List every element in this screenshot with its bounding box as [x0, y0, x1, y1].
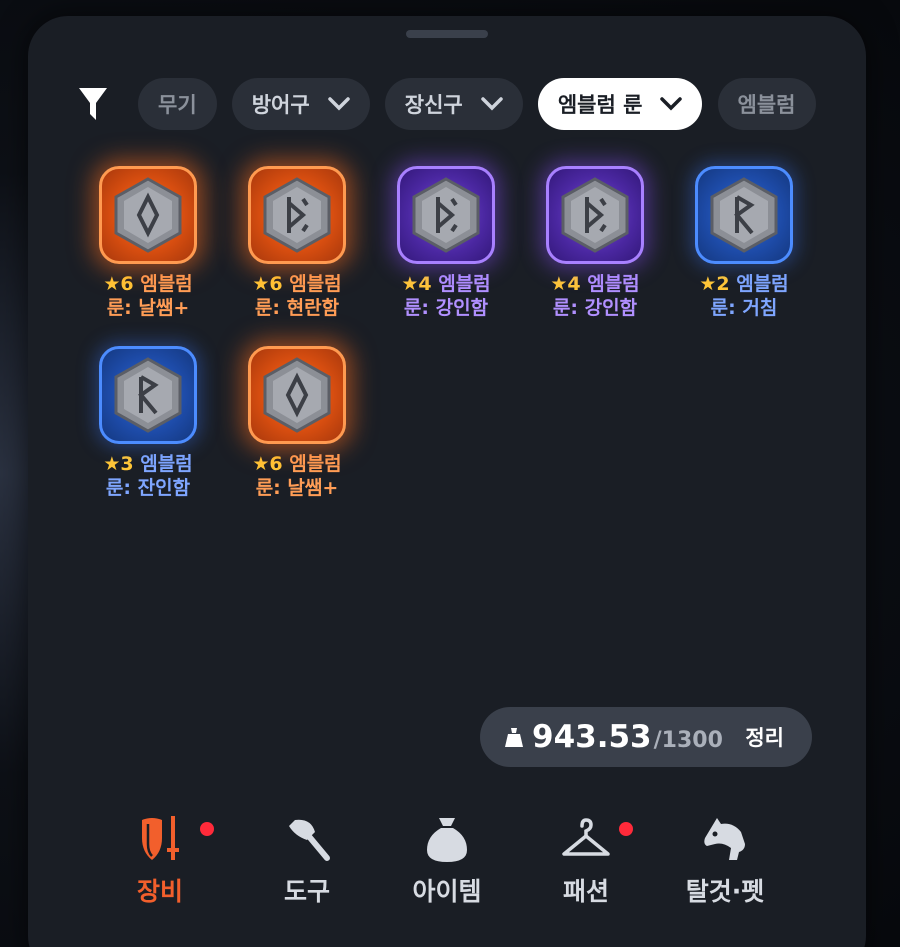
item-tile [99, 166, 197, 264]
rune-bracket-icon [561, 177, 629, 253]
item-tile [248, 166, 346, 264]
weight-current: 943.53 [532, 719, 652, 755]
item-label: ★3 엠블럼 룬: 잔인함 [78, 452, 218, 500]
item-stars: ★4 [550, 273, 581, 295]
item-name: 엠블럼 [289, 273, 342, 295]
list-item[interactable]: ★3 엠블럼 룬: 잔인함 [78, 346, 218, 500]
weight-max: /1300 [653, 727, 723, 753]
hanger-icon [562, 818, 610, 856]
list-item[interactable]: ★2 엠블럼 룬: 거침 [674, 166, 814, 320]
axe-icon [289, 819, 330, 861]
chip-armor[interactable]: 방어구 [231, 78, 370, 130]
chip-label: 엠블럼 [737, 93, 796, 117]
item-tile [248, 346, 346, 444]
list-item[interactable]: ★6 엠블럼 룬: 날쌤+ [227, 346, 367, 500]
tab-label: 패션 [562, 877, 609, 906]
item-label: ★6 엠블럼 룬: 현란함 [227, 272, 367, 320]
chevron-down-icon [660, 97, 683, 111]
tab-label: 도구 [283, 877, 330, 906]
shield-sword-icon [142, 816, 179, 860]
chevron-down-icon [481, 97, 503, 111]
tab-label: 탈것·펫 [685, 877, 765, 906]
chip-emblem[interactable]: 엠블럼 [717, 78, 816, 130]
item-name: 엠블럼 [140, 273, 193, 295]
list-item[interactable]: ★4 엠블럼 룬: 강인함 [376, 166, 516, 320]
item-stars: ★6 [252, 273, 283, 295]
item-name: 엠블럼 [140, 453, 193, 475]
funnel-icon[interactable] [78, 86, 108, 122]
filter-bar: 무기 방어구 장신구 엠블럼 룬 엠블럼 [28, 76, 866, 132]
item-label: ★6 엠블럼 룬: 날쌤+ [78, 272, 218, 320]
inventory-panel: 무기 방어구 장신구 엠블럼 룬 엠블럼 ★6 엠블럼 룬: 날쌤+ ★6 엠블… [28, 16, 866, 947]
item-stars: ★6 [252, 453, 283, 475]
tab-mount-pet[interactable]: 탈것·펫 [665, 814, 785, 908]
item-stars: ★2 [699, 273, 730, 295]
tab-label: 장비 [136, 877, 183, 906]
item-name: 엠블럼 [438, 273, 491, 295]
item-rune: 룬: 현란함 [254, 297, 340, 319]
chip-label: 장신구 [404, 93, 463, 117]
list-item[interactable]: ★6 엠블럼 룬: 날쌤+ [78, 166, 218, 320]
rune-bracket-icon [263, 177, 331, 253]
item-tile [99, 346, 197, 444]
tab-tools[interactable]: 도구 [247, 814, 367, 908]
horse-icon [704, 818, 745, 860]
item-rune: 룬: 잔인함 [105, 477, 191, 499]
item-tile [397, 166, 495, 264]
chevron-down-icon [327, 97, 350, 111]
item-tile [695, 166, 793, 264]
chip-label: 무기 [158, 93, 197, 117]
rune-diamond-icon [263, 357, 331, 433]
category-chips: 무기 방어구 장신구 엠블럼 룬 엠블럼 [138, 78, 826, 130]
item-rune: 룬: 강인함 [552, 297, 638, 319]
item-stars: ★6 [103, 273, 134, 295]
tab-items[interactable]: 아이템 [387, 814, 507, 908]
rune-bracket-icon [412, 177, 480, 253]
inventory-weight: 943.53 /1300 정리 [480, 707, 812, 767]
item-name: 엠블럼 [736, 273, 789, 295]
chip-label: 엠블럼 룬 [557, 93, 643, 117]
bottom-nav: 장비 도구 아이템 패션 탈것·펫 [28, 802, 866, 912]
item-rune: 룬: 날쌤+ [255, 477, 339, 499]
item-stars: ★3 [103, 453, 134, 475]
chip-weapon[interactable]: 무기 [138, 78, 217, 130]
item-rune: 룬: 거침 [710, 297, 778, 319]
chip-accessory[interactable]: 장신구 [384, 78, 523, 130]
rune-r-icon [710, 177, 778, 253]
item-rune: 룬: 강인함 [403, 297, 489, 319]
chip-label: 방어구 [251, 93, 310, 117]
tab-label: 아이템 [412, 877, 482, 906]
chip-emblem-rune[interactable]: 엠블럼 룬 [537, 78, 703, 130]
sack-icon [427, 818, 467, 862]
rune-diamond-icon [114, 177, 182, 253]
item-label: ★6 엠블럼 룬: 날쌤+ [227, 452, 367, 500]
weight-bag-icon [505, 728, 523, 747]
item-tile [546, 166, 644, 264]
item-name: 엠블럼 [587, 273, 640, 295]
rune-r-icon [114, 357, 182, 433]
list-item[interactable]: ★4 엠블럼 룬: 강인함 [525, 166, 665, 320]
notification-badge [619, 822, 633, 836]
item-name: 엠블럼 [289, 453, 342, 475]
item-label: ★4 엠블럼 룬: 강인함 [376, 272, 516, 320]
drag-handle[interactable] [406, 30, 488, 38]
list-item[interactable]: ★6 엠블럼 룬: 현란함 [227, 166, 367, 320]
item-stars: ★4 [401, 273, 432, 295]
notification-badge [200, 822, 214, 836]
item-rune: 룬: 날쌤+ [106, 297, 190, 319]
item-label: ★2 엠블럼 룬: 거침 [674, 272, 814, 320]
sort-button[interactable]: 정리 [745, 722, 784, 752]
item-label: ★4 엠블럼 룬: 강인함 [525, 272, 665, 320]
